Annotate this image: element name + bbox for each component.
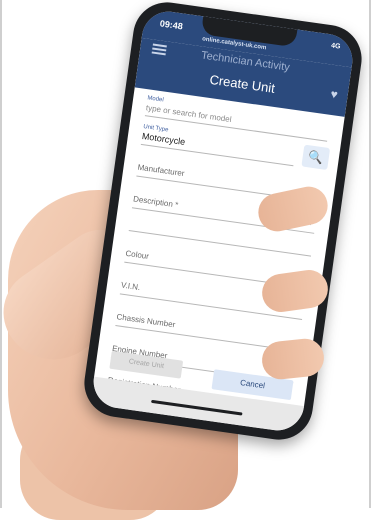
network-indicator: 4G bbox=[330, 42, 341, 51]
status-time: 09:48 bbox=[159, 18, 184, 32]
search-icon[interactable]: 🔍 bbox=[301, 144, 331, 170]
smartphone: 09:48 online.catalyst-uk.com 4G Technici… bbox=[80, 0, 366, 444]
left-frame-edge bbox=[0, 0, 2, 508]
